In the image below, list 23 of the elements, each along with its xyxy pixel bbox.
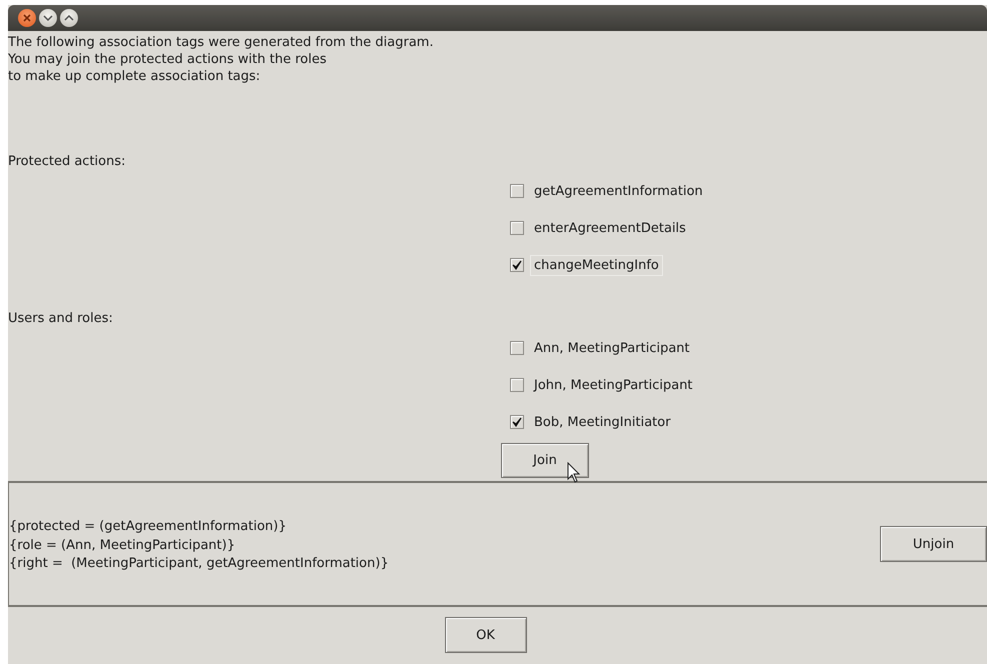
join-button[interactable]: Join <box>501 443 589 478</box>
checkbox-label[interactable]: getAgreementInformation <box>530 180 707 202</box>
ok-button[interactable]: OK <box>444 617 526 653</box>
minimize-icon[interactable] <box>39 9 57 27</box>
close-icon[interactable] <box>18 9 36 27</box>
checkbox[interactable] <box>510 341 524 355</box>
checkbox-label[interactable]: enterAgreementDetails <box>530 218 690 238</box>
checkbox-label[interactable]: Ann, MeetingParticipant <box>530 338 694 358</box>
association-tags-text: {protected = (getAgreementInformation)} {role = (Ann, MeetingParticipant)} {right = (MeetingParticipant, getAgreementInformation)} <box>9 518 389 574</box>
unjoin-button[interactable]: Unjoin <box>880 526 987 562</box>
checkbox-label[interactable]: changeMeetingInfo <box>530 254 663 276</box>
checkbox-label[interactable]: John, MeetingParticipant <box>530 374 697 396</box>
maximize-icon[interactable] <box>60 9 78 27</box>
checkbox[interactable] <box>510 184 524 198</box>
mouse-cursor-icon <box>567 462 581 484</box>
checkbox[interactable] <box>510 378 524 392</box>
checkbox-label[interactable]: Bob, MeetingInitiator <box>530 412 675 432</box>
section-label: Protected actions: <box>8 153 127 170</box>
checkbox[interactable] <box>510 221 524 235</box>
checkbox[interactable] <box>510 258 524 272</box>
section-label: Users and roles: <box>8 310 114 327</box>
intro-text: The following association tags were generated from the diagram. You may join the protected actions with the roles to make up complete association tags: <box>8 34 434 85</box>
checkbox[interactable] <box>510 415 524 429</box>
